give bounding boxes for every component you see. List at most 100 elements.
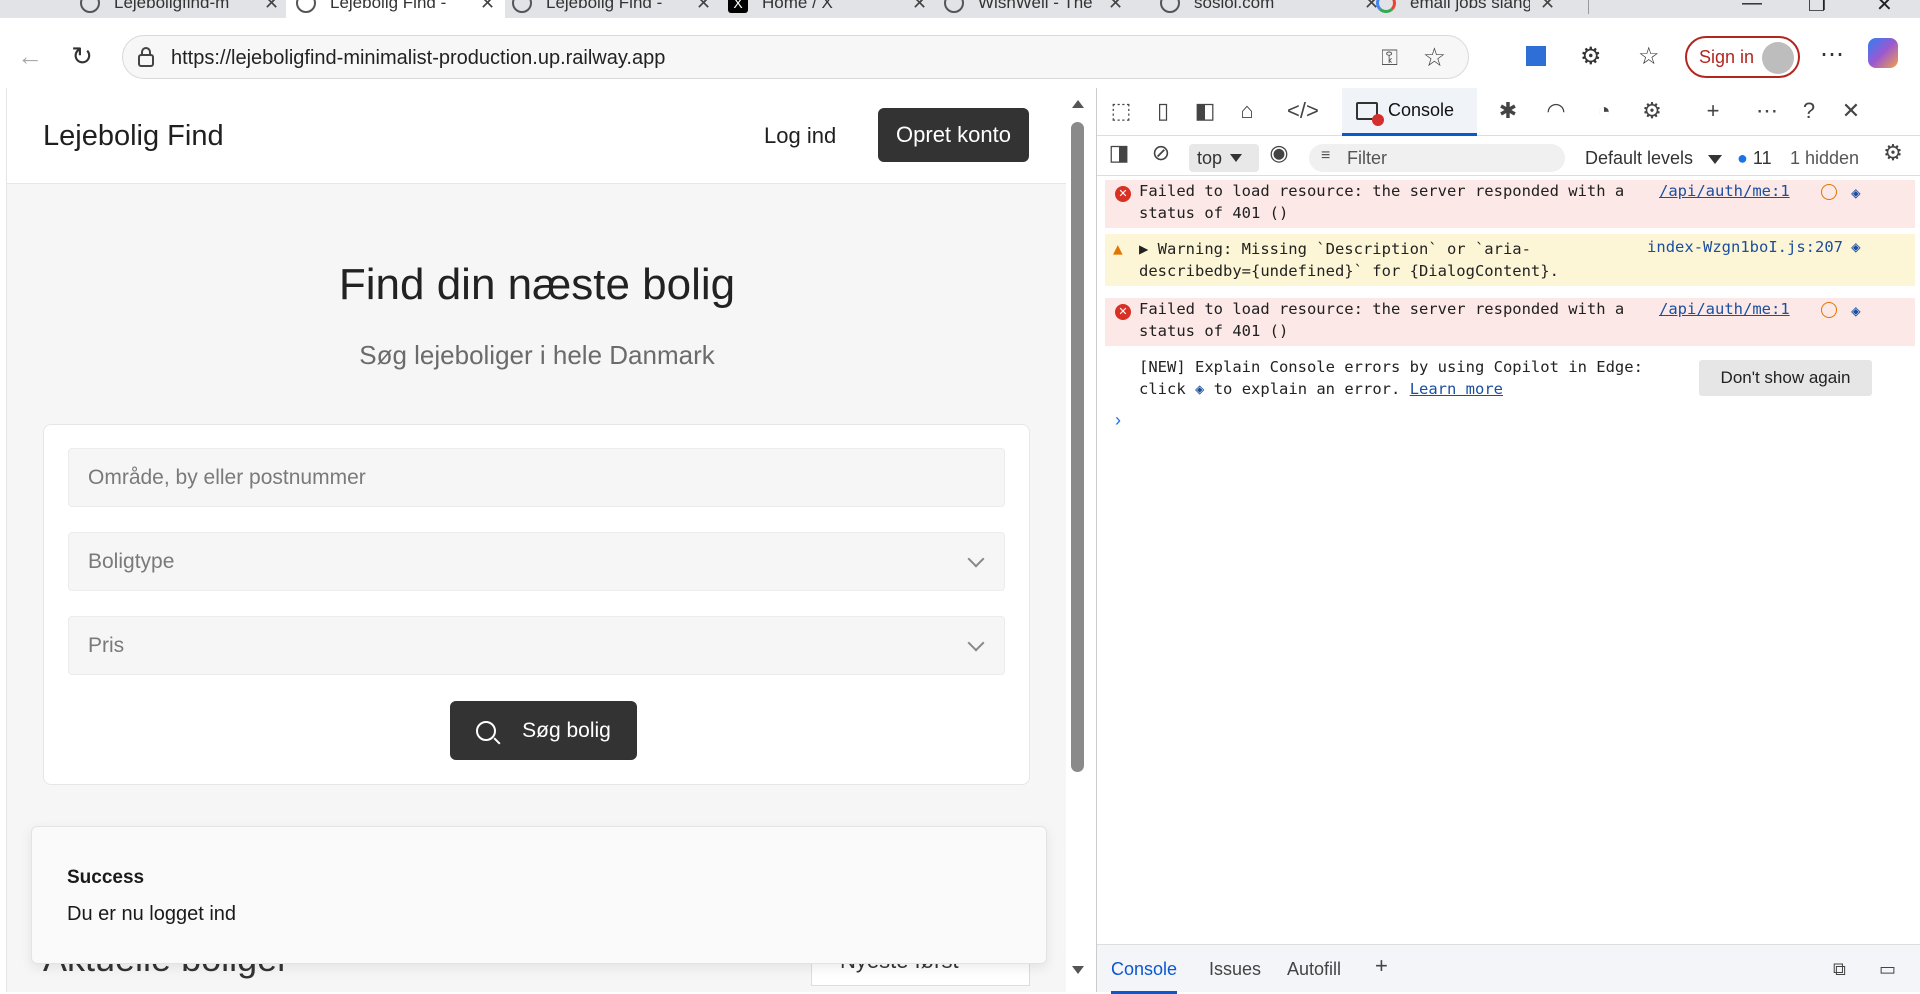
live-expression-icon[interactable]: ◉ bbox=[1265, 140, 1293, 166]
home-icon[interactable]: ⌂ bbox=[1233, 98, 1261, 124]
wifi-icon[interactable]: ◠ bbox=[1542, 98, 1570, 124]
extension-square-icon[interactable] bbox=[1526, 46, 1546, 66]
restore-icon[interactable]: ❐ bbox=[1808, 0, 1826, 17]
success-toast[interactable]: Success Du er nu logget ind bbox=[31, 826, 1047, 964]
console-prompt-chevron-icon[interactable]: › bbox=[1115, 410, 1121, 431]
minimize-icon[interactable]: — bbox=[1742, 0, 1762, 15]
scrollbar-thumb[interactable] bbox=[1071, 122, 1084, 772]
browser-tab[interactable]: Lejebolig Find - ✕ bbox=[502, 0, 721, 18]
close-icon[interactable]: ✕ bbox=[1837, 98, 1865, 124]
memory-icon[interactable]: ⚙ bbox=[1638, 98, 1666, 124]
console-icon bbox=[1356, 101, 1384, 126]
sidebar-toggle-icon[interactable]: ◨ bbox=[1105, 140, 1133, 166]
dont-show-again-button[interactable]: Don't show again bbox=[1699, 360, 1872, 396]
context-value: top bbox=[1197, 147, 1223, 168]
close-icon[interactable]: ✕ bbox=[480, 0, 495, 14]
browser-tab[interactable]: Lejeboligfind-m ✕ bbox=[70, 0, 289, 18]
login-link[interactable]: Log ind bbox=[764, 123, 836, 149]
message-count-badge[interactable]: ● 11 bbox=[1737, 148, 1772, 169]
favorite-star-icon[interactable]: ☆ bbox=[1423, 42, 1446, 73]
clear-console-icon[interactable]: ⊘ bbox=[1147, 140, 1175, 166]
hidden-count: 1 hidden bbox=[1790, 148, 1860, 168]
drawer-tab-issues[interactable]: Issues bbox=[1209, 959, 1261, 980]
dropdown-icon bbox=[1708, 155, 1723, 164]
copilot-explain-icon[interactable]: ◈ bbox=[1851, 236, 1861, 258]
close-window-icon[interactable]: ✕ bbox=[1876, 0, 1893, 17]
warning-icon: ▲ bbox=[1113, 239, 1123, 258]
add-tool-icon[interactable]: + bbox=[1699, 98, 1727, 124]
location-input[interactable]: Område, by eller postnummer bbox=[68, 448, 1005, 507]
collapse-drawer-icon[interactable]: ▭ bbox=[1879, 959, 1896, 980]
dock-icon[interactable]: ◧ bbox=[1191, 98, 1219, 124]
bug-icon[interactable]: ✱ bbox=[1494, 98, 1522, 124]
browser-tab-active[interactable]: Lejebolig Find - ✕ bbox=[286, 0, 506, 18]
learn-more-link[interactable]: Learn more bbox=[1410, 380, 1503, 398]
price-select[interactable]: Pris bbox=[68, 616, 1005, 675]
browser-tab[interactable]: sosiol.com ✕ bbox=[1150, 0, 1389, 18]
toast-message: Du er nu logget ind bbox=[67, 903, 237, 925]
console-filter-input[interactable]: ≡ Filter bbox=[1309, 144, 1565, 172]
devtools-drawer: Console Issues Autofill + ⧉ ▭ bbox=[1097, 944, 1920, 994]
back-icon[interactable]: ← bbox=[12, 38, 48, 74]
filter-placeholder: Filter bbox=[1347, 147, 1387, 168]
source-link[interactable]: /api/auth/me:1 bbox=[1659, 180, 1790, 202]
copilot-explain-icon[interactable]: ◈ bbox=[1851, 182, 1861, 204]
tab-label: sosiol.com bbox=[1194, 0, 1275, 12]
help-icon[interactable]: ? bbox=[1795, 98, 1823, 124]
key-icon[interactable]: ⚿ bbox=[1381, 45, 1398, 71]
context-select[interactable]: top bbox=[1189, 144, 1259, 172]
tab-console[interactable]: Console bbox=[1342, 88, 1477, 136]
x-logo-icon: X bbox=[728, 0, 748, 13]
browser-tab[interactable]: X Home / X ✕ bbox=[718, 0, 937, 18]
location-placeholder: Område, by eller postnummer bbox=[88, 465, 366, 489]
settings-gear-icon[interactable]: ⚙ bbox=[1879, 140, 1907, 166]
drawer-tab-autofill[interactable]: Autofill bbox=[1287, 959, 1341, 980]
more-options-icon[interactable]: ⋯ bbox=[1820, 40, 1844, 69]
close-icon[interactable]: ✕ bbox=[1540, 0, 1555, 14]
browser-tab[interactable]: WishWell - The ✕ bbox=[934, 0, 1133, 18]
extensions-icon[interactable]: ⚙ bbox=[1580, 42, 1602, 71]
device-emulation-icon[interactable]: ▯ bbox=[1149, 98, 1177, 124]
address-bar[interactable]: https://lejeboligfind-minimalist-product… bbox=[122, 35, 1469, 79]
dropdown-icon bbox=[1230, 154, 1243, 162]
tab-label: Lejeboligfind-m bbox=[114, 0, 230, 12]
more-tools-icon[interactable]: ⋯ bbox=[1753, 98, 1781, 124]
reload-icon[interactable]: ↻ bbox=[64, 38, 100, 74]
source-link[interactable]: index-Wzgn1boI.js:207 bbox=[1647, 236, 1843, 258]
network-icon[interactable] bbox=[1821, 302, 1837, 318]
close-icon[interactable]: ✕ bbox=[1108, 0, 1123, 14]
tab-label: Lejebolig Find - bbox=[330, 0, 447, 12]
browser-tab[interactable]: email jobs slang ✕ bbox=[1366, 0, 1565, 18]
close-icon[interactable]: ✕ bbox=[264, 0, 279, 14]
scroll-down-icon[interactable] bbox=[1072, 966, 1084, 974]
add-drawer-tab-icon[interactable]: + bbox=[1375, 953, 1388, 979]
message-line: describedby={undefined}` for {DialogCont… bbox=[1139, 262, 1559, 280]
lock-icon bbox=[138, 47, 154, 67]
search-button[interactable]: Søg bolig bbox=[450, 701, 637, 760]
performance-icon[interactable]: ◔ bbox=[1590, 98, 1618, 124]
property-type-placeholder: Boligtype bbox=[88, 549, 175, 573]
site-brand[interactable]: Lejebolig Find bbox=[43, 120, 224, 153]
drawer-tab-console[interactable]: Console bbox=[1111, 959, 1178, 994]
favorites-icon[interactable]: ☆ bbox=[1638, 42, 1660, 71]
page-scrollbar[interactable] bbox=[1066, 88, 1090, 992]
signup-button[interactable]: Opret konto bbox=[878, 108, 1029, 162]
google-icon bbox=[1376, 0, 1396, 13]
copilot-icon[interactable] bbox=[1868, 38, 1898, 68]
error-icon: ✕ bbox=[1115, 186, 1131, 202]
sign-in-button[interactable]: Sign in bbox=[1685, 36, 1800, 78]
message-line: status of 401 () bbox=[1139, 204, 1289, 222]
inspect-icon[interactable]: ⬚ bbox=[1107, 98, 1135, 124]
dock-drawer-icon[interactable]: ⧉ bbox=[1833, 959, 1846, 980]
close-icon[interactable]: ✕ bbox=[912, 0, 927, 14]
property-type-select[interactable]: Boligtype bbox=[68, 532, 1005, 591]
log-levels-select[interactable]: Default levels bbox=[1585, 148, 1723, 169]
scroll-up-icon[interactable] bbox=[1072, 100, 1084, 108]
message-line: Failed to load resource: the server resp… bbox=[1139, 300, 1625, 318]
elements-icon[interactable]: </> bbox=[1287, 98, 1319, 124]
network-icon[interactable] bbox=[1821, 184, 1837, 200]
close-icon[interactable]: ✕ bbox=[696, 0, 711, 14]
copilot-explain-icon[interactable]: ◈ bbox=[1851, 300, 1861, 322]
source-link[interactable]: /api/auth/me:1 bbox=[1659, 298, 1790, 320]
url-text[interactable]: https://lejeboligfind-minimalist-product… bbox=[171, 47, 665, 70]
